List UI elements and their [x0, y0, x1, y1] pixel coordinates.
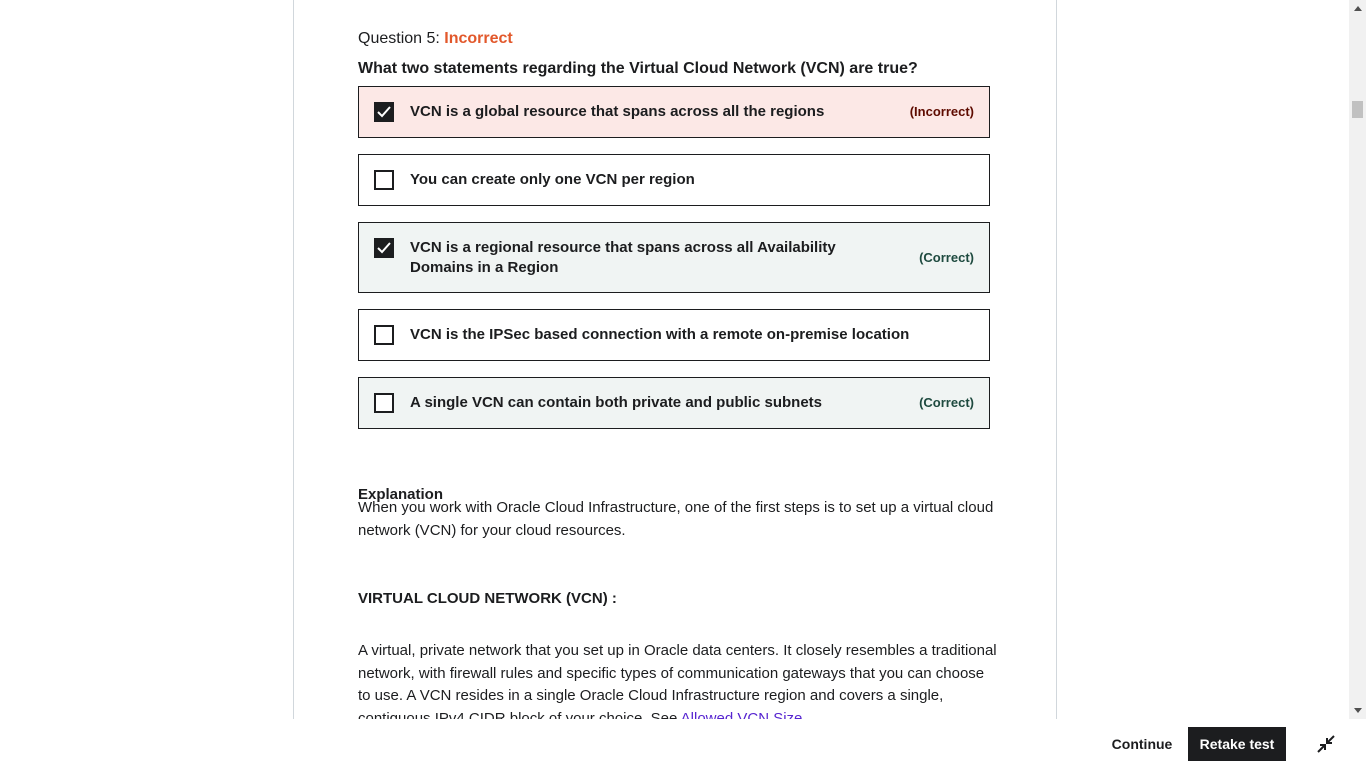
- collapse-icon[interactable]: [1313, 731, 1339, 757]
- continue-button[interactable]: Continue: [1103, 727, 1181, 761]
- quiz-scroll-area[interactable]: Question 5: Incorrect What two statement…: [0, 0, 1349, 719]
- explanation-body-text: A virtual, private network that you set …: [358, 642, 997, 719]
- option-text: VCN is a regional resource that spans ac…: [410, 239, 836, 276]
- checkmark-icon: [377, 242, 391, 254]
- result-tag-correct: (Correct): [919, 395, 974, 410]
- checkbox-checked[interactable]: [374, 102, 394, 122]
- answer-option[interactable]: You can create only one VCN per region: [358, 154, 990, 206]
- checkmark-icon: [377, 106, 391, 118]
- vertical-scrollbar[interactable]: [1349, 0, 1366, 719]
- result-tag-incorrect: (Incorrect): [909, 104, 974, 119]
- checkbox-unchecked[interactable]: [374, 325, 394, 345]
- option-text: A single VCN can contain both private an…: [410, 394, 822, 411]
- option-text: VCN is a global resource that spans acro…: [410, 103, 825, 120]
- scrollbar-thumb[interactable]: [1352, 101, 1363, 118]
- checkbox-checked[interactable]: [374, 238, 394, 258]
- question-status: Incorrect: [444, 30, 513, 47]
- explanation-body: A virtual, private network that you set …: [358, 640, 998, 719]
- retake-test-button[interactable]: Retake test: [1188, 727, 1286, 761]
- question-text: What two statements regarding the Virtua…: [358, 60, 918, 77]
- checkbox-unchecked[interactable]: [374, 393, 394, 413]
- footer-bar: Continue Retake test: [0, 719, 1366, 768]
- scroll-down-arrow-icon[interactable]: [1349, 702, 1366, 719]
- explanation-intro: When you work with Oracle Cloud Infrastr…: [358, 499, 994, 539]
- allowed-vcn-size-link[interactable]: Allowed VCN Size: [681, 710, 803, 720]
- answer-option[interactable]: VCN is the IPSec based connection with a…: [358, 309, 990, 361]
- question-panel: Question 5: Incorrect What two statement…: [293, 0, 1057, 719]
- option-text: You can create only one VCN per region: [410, 171, 695, 188]
- answer-option[interactable]: VCN is a global resource that spans acro…: [358, 86, 990, 138]
- question-header: Question 5: Incorrect: [358, 30, 513, 48]
- question-number: Question 5:: [358, 30, 440, 47]
- vcn-heading: VIRTUAL CLOUD NETWORK (VCN) :: [358, 590, 617, 607]
- answer-option[interactable]: A single VCN can contain both private an…: [358, 377, 990, 429]
- checkbox-unchecked[interactable]: [374, 170, 394, 190]
- answer-option[interactable]: VCN is a regional resource that spans ac…: [358, 222, 990, 293]
- result-tag-correct: (Correct): [919, 250, 974, 265]
- option-text: VCN is the IPSec based connection with a…: [410, 326, 910, 343]
- scroll-up-arrow-icon[interactable]: [1349, 0, 1366, 17]
